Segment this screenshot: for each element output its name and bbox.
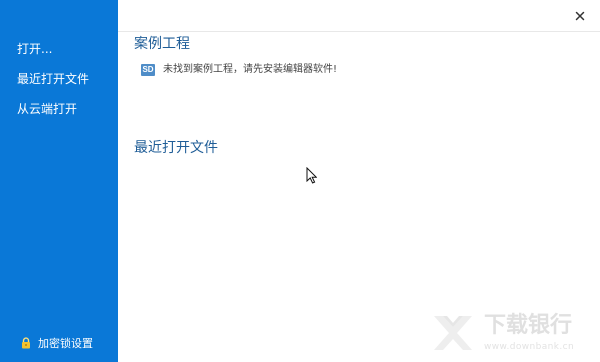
recent-files-title: 最近打开文件 xyxy=(134,140,218,156)
lock-icon xyxy=(20,337,32,349)
watermark-brand-text: 下载银行 xyxy=(484,313,573,338)
sidebar-item-recent-files[interactable]: 最近打开文件 xyxy=(17,71,89,87)
mouse-pointer-icon xyxy=(306,166,318,184)
sidebar-item-open[interactable]: 打开... xyxy=(17,41,52,57)
sidebar: 打开... 最近打开文件 从云端打开 加密锁设置 xyxy=(0,0,118,362)
watermark: 下载银行 www.downbank.cn xyxy=(430,311,590,357)
close-icon xyxy=(575,11,585,21)
sidebar-item-open-from-cloud[interactable]: 从云端打开 xyxy=(17,101,77,117)
watermark-logo-icon xyxy=(430,311,476,357)
lock-settings-button[interactable]: 加密锁设置 xyxy=(20,335,93,351)
lock-settings-label: 加密锁设置 xyxy=(38,337,93,350)
sample-projects-title: 案例工程 xyxy=(134,36,190,52)
notice-text: 未找到案例工程，请先安装编辑器软件! xyxy=(163,64,338,75)
header-divider xyxy=(118,31,600,32)
watermark-url-text: www.downbank.cn xyxy=(484,342,575,352)
app-window: 打开... 最近打开文件 从云端打开 加密锁设置 案例工程 SD 未找到案例工程… xyxy=(0,0,600,362)
close-button[interactable] xyxy=(573,9,587,23)
sd-badge-icon: SD xyxy=(141,64,155,76)
sample-projects-notice: SD 未找到案例工程，请先安装编辑器软件! xyxy=(141,63,337,77)
